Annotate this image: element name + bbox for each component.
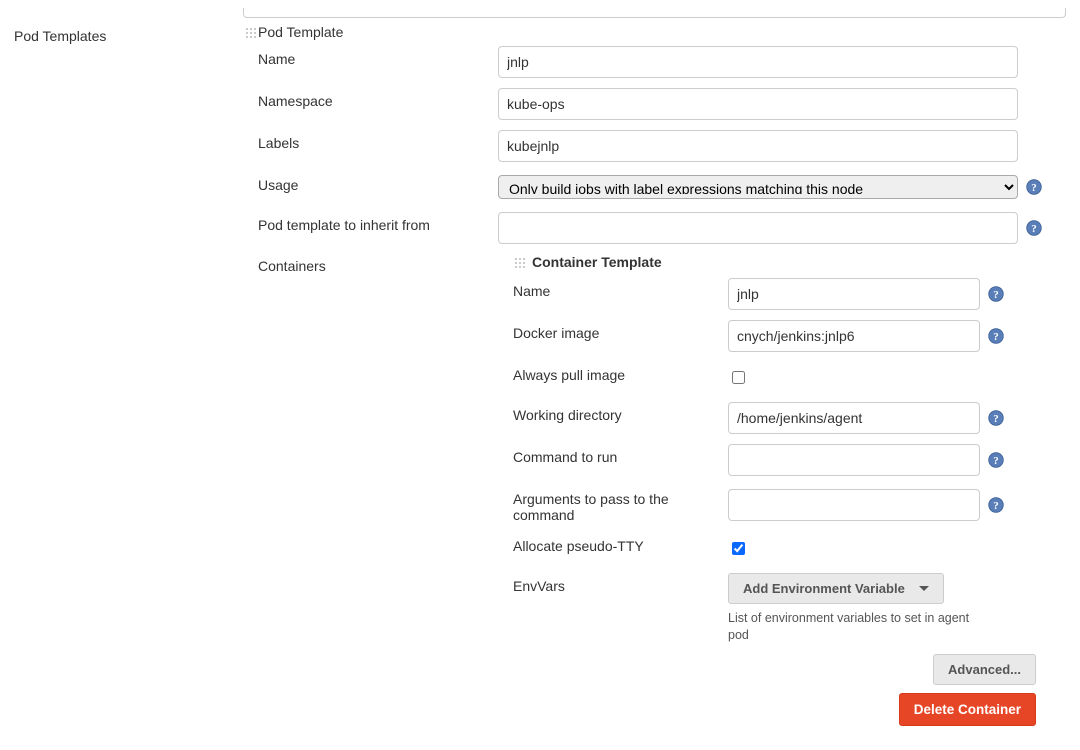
prev-section-tail (243, 8, 1066, 18)
advanced-label: Advanced... (948, 662, 1021, 677)
pod-template-heading: Pod Template (258, 22, 1066, 46)
ct-args-input[interactable] (728, 489, 980, 521)
ct-workdir-input[interactable] (728, 402, 980, 434)
caret-down-icon (919, 586, 929, 591)
ct-args-label: Arguments to pass to the command (513, 486, 728, 523)
help-icon[interactable]: ? (1026, 179, 1042, 195)
help-icon[interactable]: ? (988, 497, 1004, 513)
inherit-label: Pod template to inherit from (258, 212, 498, 233)
namespace-input[interactable] (498, 88, 1018, 120)
labels-input[interactable] (498, 130, 1018, 162)
ct-image-label: Docker image (513, 320, 728, 341)
advanced-button[interactable]: Advanced... (933, 654, 1036, 685)
help-icon[interactable]: ? (988, 286, 1004, 302)
pod-templates-section-label: Pod Templates (14, 22, 243, 44)
ct-envvars-label: EnvVars (513, 573, 728, 594)
name-input[interactable] (498, 46, 1018, 78)
svg-text:?: ? (993, 413, 999, 425)
envvars-hint: List of environment variables to set in … (728, 610, 980, 644)
svg-text:?: ? (1031, 223, 1037, 235)
help-icon[interactable]: ? (988, 410, 1004, 426)
ct-name-label: Name (513, 278, 728, 299)
ct-command-input[interactable] (728, 444, 980, 476)
drag-grip-icon[interactable] (513, 256, 526, 269)
svg-text:?: ? (993, 331, 999, 343)
ct-command-label: Command to run (513, 444, 728, 465)
inherit-input[interactable] (498, 212, 1018, 244)
ct-tty-label: Allocate pseudo-TTY (513, 533, 728, 554)
ct-workdir-label: Working directory (513, 402, 728, 423)
svg-text:?: ? (993, 289, 999, 301)
help-icon[interactable]: ? (988, 452, 1004, 468)
delete-container-button[interactable]: Delete Container (899, 693, 1036, 726)
ct-always-pull-label: Always pull image (513, 362, 728, 383)
containers-label: Containers (258, 254, 513, 726)
svg-text:?: ? (1031, 182, 1037, 194)
ct-image-input[interactable] (728, 320, 980, 352)
labels-label: Labels (258, 130, 498, 151)
container-template-heading: Container Template (532, 254, 662, 270)
help-icon[interactable]: ? (988, 328, 1004, 344)
svg-text:?: ? (993, 500, 999, 512)
usage-select[interactable]: Only build jobs with label expressions m… (498, 175, 1018, 199)
name-label: Name (258, 46, 498, 67)
drag-grip-icon[interactable] (244, 26, 257, 39)
delete-container-label: Delete Container (914, 702, 1021, 717)
svg-text:?: ? (993, 455, 999, 467)
usage-label: Usage (258, 172, 498, 193)
add-env-variable-button[interactable]: Add Environment Variable (728, 573, 944, 604)
ct-name-input[interactable] (728, 278, 980, 310)
add-env-variable-label: Add Environment Variable (743, 581, 905, 596)
namespace-label: Namespace (258, 88, 498, 109)
ct-always-pull-checkbox[interactable] (732, 371, 745, 384)
help-icon[interactable]: ? (1026, 220, 1042, 236)
ct-tty-checkbox[interactable] (732, 542, 745, 555)
